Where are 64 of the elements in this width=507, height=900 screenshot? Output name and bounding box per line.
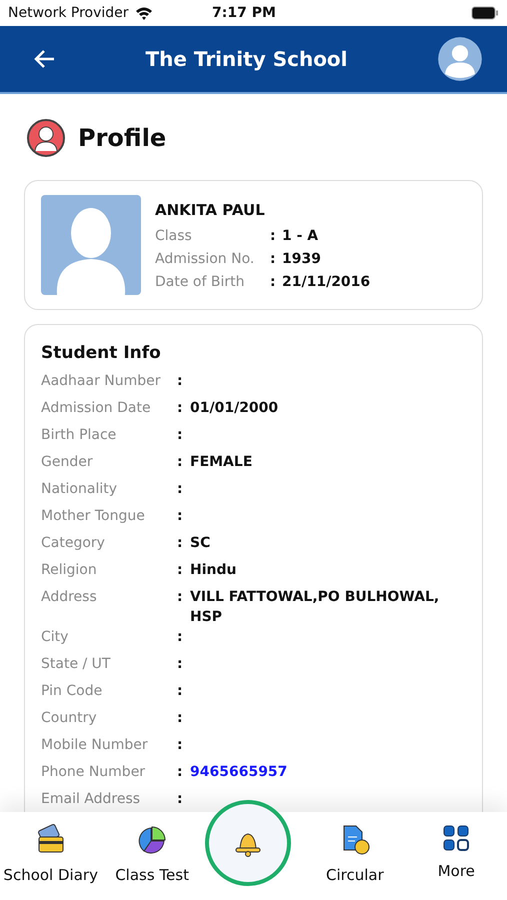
- field-label: Category: [41, 534, 106, 553]
- field-value: 21/11/2016: [282, 274, 370, 290]
- field-value: 01/01/2000: [190, 399, 280, 418]
- colon: :: [177, 655, 184, 674]
- page-title: Profile: [78, 124, 166, 152]
- phone-link[interactable]: 9465665957: [190, 762, 466, 782]
- colon: :: [270, 228, 277, 244]
- nav-item[interactable]: Class Test: [101, 812, 203, 900]
- school-title: The Trinity School: [144, 47, 349, 71]
- nav-item[interactable]: School Diary: [0, 812, 102, 900]
- colon: :: [270, 250, 277, 266]
- colon: :: [177, 426, 184, 445]
- field-label: Phone Number: [41, 763, 146, 782]
- colon: :: [177, 709, 184, 728]
- colon: :: [177, 588, 184, 607]
- field-label: Birth Place: [41, 426, 118, 445]
- colon: :: [177, 507, 184, 526]
- student-name: ANKITA PAUL: [155, 201, 266, 219]
- colon: :: [177, 372, 184, 391]
- colon: :: [177, 480, 184, 499]
- field-label: Address: [41, 588, 98, 607]
- colon: :: [177, 534, 184, 553]
- status-time: 7:17 PM: [212, 5, 276, 21]
- colon: :: [177, 628, 184, 647]
- field-value: Hindu: [190, 561, 238, 580]
- wifi-icon: [134, 6, 153, 20]
- nav-item[interactable]: More: [406, 812, 507, 900]
- field-label: Religion: [41, 561, 98, 580]
- colon: :: [177, 561, 184, 580]
- field-label: Class: [155, 228, 193, 244]
- field-value: FEMALE: [190, 453, 254, 472]
- colon: :: [177, 399, 184, 418]
- carrier-name: Network Provider: [8, 5, 129, 21]
- back-arrow-icon[interactable]: [34, 49, 56, 69]
- colon: :: [177, 763, 184, 782]
- nav-item[interactable]: Circular: [304, 812, 406, 900]
- field-label: Country: [41, 709, 98, 728]
- field-label: Gender: [41, 453, 94, 472]
- profile-icon: [26, 118, 66, 158]
- colon: :: [177, 682, 184, 701]
- colon: :: [270, 274, 277, 290]
- field-value: VILL FATTOWAL,PO BULHOWAL, HSP: [190, 588, 440, 627]
- colon: :: [177, 790, 184, 809]
- colon: :: [177, 453, 184, 472]
- field-label: City: [41, 628, 70, 647]
- pie-chart-icon: [136, 824, 168, 856]
- field-label: State / UT: [41, 655, 112, 674]
- field-label: Mother Tongue: [41, 507, 146, 526]
- grid-icon: [442, 824, 470, 852]
- field-label: Admission Date: [41, 399, 152, 418]
- field-label: Aadhaar Number: [41, 372, 162, 391]
- field-label: Email Address: [41, 790, 142, 809]
- battery-icon: [471, 6, 499, 20]
- field-label: Date of Birth: [155, 274, 246, 290]
- field-value: 1939: [282, 250, 322, 266]
- avatar-icon: [437, 36, 483, 82]
- field-label: Pin Code: [41, 682, 104, 701]
- colon: :: [177, 736, 184, 755]
- section-title: Student Info: [41, 343, 162, 363]
- field-label: Admission No.: [155, 250, 256, 266]
- field-label: Nationality: [41, 480, 118, 499]
- field-label: Mobile Number: [41, 736, 149, 755]
- field-value: SC: [190, 534, 212, 553]
- field-value: 1 - A: [282, 228, 320, 244]
